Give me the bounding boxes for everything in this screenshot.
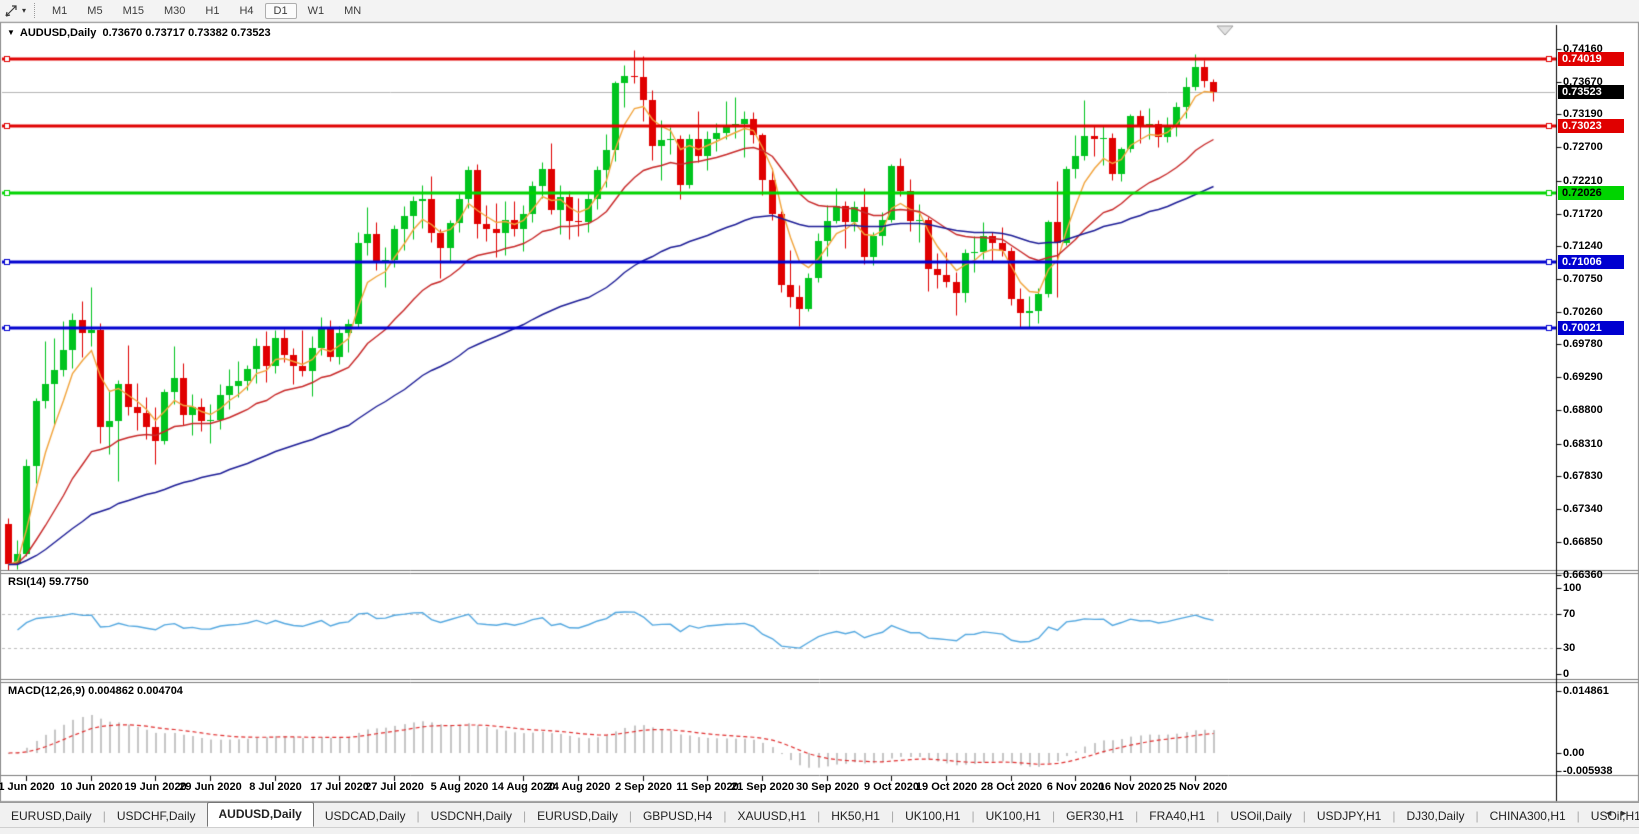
chart-dropdown-icon[interactable]: ▼ [7,28,15,37]
tab-gbpusd-h4[interactable]: GBPUSD,H4 [632,806,723,827]
timeframe-button-MN[interactable]: MN [335,3,370,19]
tab-eurusd-daily[interactable]: EURUSD,Daily [0,806,103,827]
rsi-value: 59.7750 [49,576,89,588]
tab-usoil-daily[interactable]: USOil,Daily [1219,806,1302,827]
tab-ger30-h1[interactable]: GER30,H1 [1055,806,1135,827]
timeframe-button-group: M1M5M15M30H1H4D1W1MN [42,3,371,19]
macd-name: MACD(12,26,9) [8,685,85,697]
tab-scroll-left-button[interactable]: ◄ [1604,808,1619,818]
tab-fra40-h1[interactable]: FRA40,H1 [1138,806,1216,827]
timeframe-button-M5[interactable]: M5 [78,3,111,19]
chart-title: ▼ AUDUSD,Daily 0.73670 0.73717 0.73382 0.… [7,27,271,39]
tab-usdchf-daily[interactable]: USDCHF,Daily [106,806,207,827]
price-chart-canvas[interactable] [0,0,1639,834]
toolbar-grip [34,3,35,18]
chart-symbol: AUDUSD,Daily [20,27,96,39]
tab-eurusd-daily[interactable]: EURUSD,Daily [526,806,629,827]
macd-indicator-label: MACD(12,26,9) 0.004862 0.004704 [8,685,183,697]
timeframe-button-M15[interactable]: M15 [114,3,153,19]
tab-usdjpy-h1[interactable]: USDJPY,H1 [1306,806,1392,827]
tab-hk50-h1[interactable]: HK50,H1 [820,806,891,827]
chevron-down-icon[interactable]: ▾ [22,6,26,15]
tab-dj30-daily[interactable]: DJ30,Daily [1395,806,1475,827]
toolbar: ▾ M1M5M15M30H1H4D1W1MN [0,0,1639,22]
rsi-name: RSI(14) [8,576,46,588]
tab-scroll-right-button[interactable]: ► [1619,808,1634,818]
timeframe-button-W1[interactable]: W1 [299,3,334,19]
tab-china300-h1[interactable]: CHINA300,H1 [1479,806,1577,827]
macd-signal-value: 0.004704 [137,685,183,697]
crosshair-tool-icon[interactable] [4,4,19,18]
tab-uk100-h1[interactable]: UK100,H1 [894,806,971,827]
tab-usdcad-daily[interactable]: USDCAD,Daily [314,806,417,827]
timeframe-button-D1[interactable]: D1 [265,3,297,19]
symbol-tab-bar: EURUSD,Daily|USDCHF,DailyAUDUSD,DailyUSD… [0,802,1639,827]
tab-xauusd-h1[interactable]: XAUUSD,H1 [726,806,817,827]
rsi-indicator-label: RSI(14) 59.7750 [8,576,89,588]
timeframe-button-M1[interactable]: M1 [43,3,76,19]
tab-usdcnh-daily[interactable]: USDCNH,Daily [420,806,523,827]
timeframe-button-M30[interactable]: M30 [155,3,194,19]
timeframe-button-H1[interactable]: H1 [196,3,228,19]
timeframe-button-H4[interactable]: H4 [230,3,262,19]
tab-uk100-h1[interactable]: UK100,H1 [975,806,1052,827]
tab-scroll-arrows: ◄► [1604,808,1634,818]
status-strip [0,827,1639,834]
tab-audusd-daily[interactable]: AUDUSD,Daily [207,802,314,827]
chart-ohlc-values: 0.73670 0.73717 0.73382 0.73523 [102,27,270,39]
macd-main-value: 0.004862 [88,685,134,697]
